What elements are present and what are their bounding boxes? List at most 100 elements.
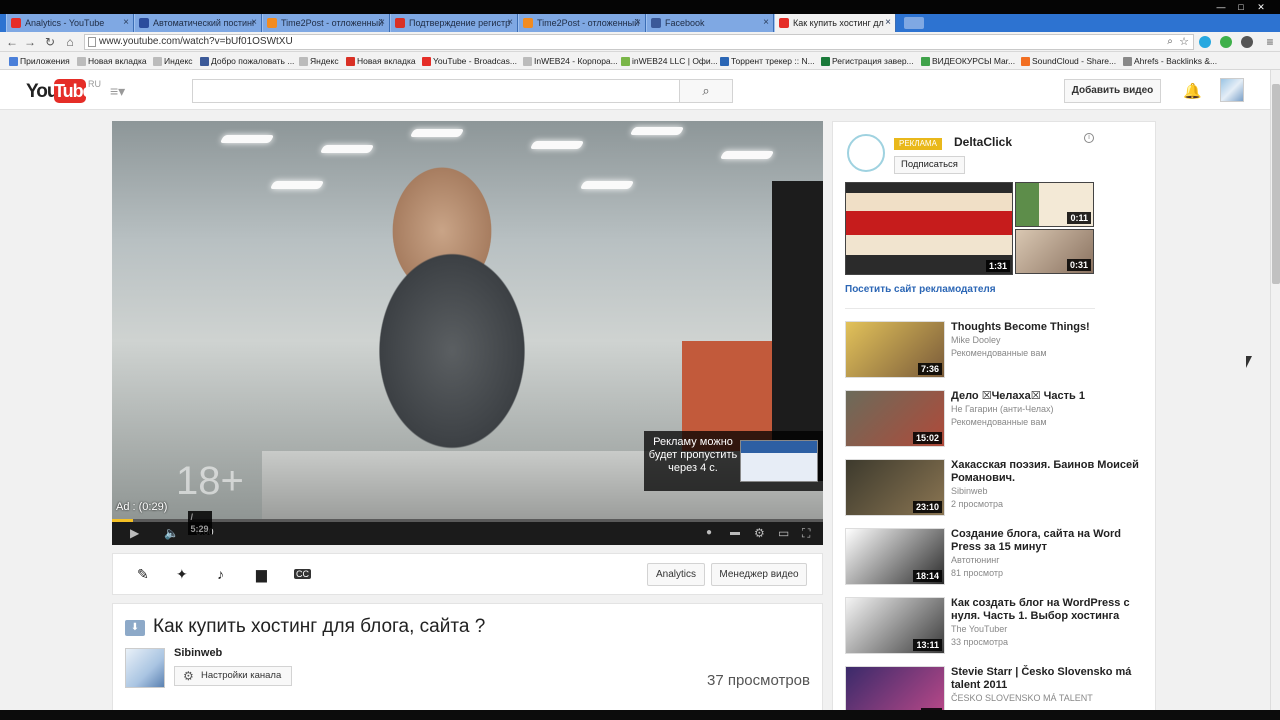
browser-tab[interactable]: Автоматический постинг × [134,14,262,32]
video-title[interactable]: Как создать блог на WordPress с нуля. Ча… [951,597,1145,623]
back-icon[interactable]: ← [4,34,20,50]
tab-close-icon[interactable]: × [885,14,891,32]
search-input[interactable] [192,79,680,103]
edit-pencil-icon[interactable]: ✎ [137,566,149,583]
browser-tab[interactable]: Facebook × [646,14,774,32]
recommended-video[interactable]: 23:10 Хакасская поэзия. Баинов Моисей Ром… [845,459,1145,517]
volume-icon[interactable]: 🔈 [164,526,179,540]
channel-avatar[interactable] [125,648,165,688]
video-thumbnail[interactable]: 210 [845,666,945,712]
bookmark-item[interactable]: Добро пожаловать ... [199,54,294,68]
new-tab-button[interactable] [904,17,924,29]
bookmark-item[interactable]: YouTube - Broadcas... [421,54,517,68]
video-author[interactable]: ČESKO SLOVENSKO MÁ TALENT [951,693,1093,703]
ad-video-thumbnail[interactable]: 0:31 [1015,229,1094,274]
info-icon[interactable]: ● [706,526,712,540]
close-window-icon[interactable]: ✕ [1254,0,1268,14]
home-icon[interactable]: ⌂ [62,34,78,50]
info-icon[interactable]: i [1084,133,1094,143]
settings-gear-icon[interactable]: ⚙ [754,526,765,540]
ad-video-thumbnail[interactable]: 1:31 [845,182,1013,275]
enhance-wand-icon[interactable]: ✦ [176,566,188,583]
skip-ad-box[interactable]: Рекламу можно будет пропустить через 4 с… [644,431,823,491]
bookmark-item[interactable]: Ahrefs - Backlinks &... [1122,54,1217,68]
upload-button[interactable]: Добавить видео [1064,79,1161,103]
play-icon[interactable]: ▶ [130,526,139,540]
subtitles-icon[interactable]: ▬ [730,526,740,540]
tab-close-icon[interactable]: × [507,14,513,32]
video-thumbnail[interactable]: 18:14 [845,528,945,585]
video-player[interactable]: 18+ Ad : (0:29) Рекламу можно будет проп… [112,121,823,545]
recommended-video[interactable]: 13:11 Как создать блог на WordPress с нул… [845,597,1145,655]
bookmark-item[interactable]: Яндекс [298,54,339,68]
video-thumbnail[interactable]: 15:02 [845,390,945,447]
search-button[interactable]: ⌕ [679,79,733,103]
analytics-button[interactable]: Analytics [647,563,705,586]
video-title[interactable]: Stevie Starr | Česko Slovensko má talent… [951,666,1145,692]
video-thumbnail[interactable]: 7:36 [845,321,945,378]
bookmark-item[interactable]: ВИДЕОКУРСЫ Mar... [920,54,1015,68]
captions-cc-icon[interactable]: CC [294,569,311,579]
video-author[interactable]: Sibinweb [951,486,988,496]
subscribe-button[interactable]: Подписаться [894,156,965,174]
bookmark-item[interactable]: SoundCloud - Share... [1020,54,1116,68]
bookmark-item[interactable]: Торрент трекер :: N... [719,54,815,68]
video-title[interactable]: Thoughts Become Things! [951,321,1145,334]
theater-mode-icon[interactable]: ▭ [778,526,789,540]
browser-tab[interactable]: Подтверждение регистр × [390,14,518,32]
browser-tab[interactable]: Time2Post - отложенный × [518,14,646,32]
url-field[interactable]: www.youtube.com/watch?v=bUf01OSWtXU [84,34,1194,50]
video-title[interactable]: Дело ☒Челаха☒ Часть 1 [951,390,1145,403]
fullscreen-icon[interactable]: ⛶ [802,526,810,540]
extension-icon[interactable] [1241,36,1253,48]
avatar[interactable] [1220,78,1244,102]
video-author[interactable]: Mike Dooley [951,335,1001,345]
page-scrollbar[interactable] [1270,70,1280,710]
video-author[interactable]: The YouTuber [951,624,1007,634]
forward-icon[interactable]: → [22,34,38,50]
video-manager-button[interactable]: Менеджер видео [711,563,807,586]
bookmark-item[interactable]: Новая вкладка [345,54,416,68]
bookmark-item[interactable]: Индекс [152,54,193,68]
audio-note-icon[interactable]: ♪ [217,566,224,582]
ad-video-thumbnail[interactable]: 0:11 [1015,182,1094,227]
channel-settings-button[interactable]: ⚙ Настройки канала [174,666,292,686]
recommended-video[interactable]: 210Stevie Starr | Česko Slovensko má tal… [845,666,1145,712]
bookmark-item[interactable]: inWEB24 LLC | Офи... [620,54,718,68]
tab-close-icon[interactable]: × [635,14,641,32]
video-title[interactable]: Создание блога, сайта на Word Press за 1… [951,528,1145,554]
notification-bell-icon[interactable]: 🔔 [1183,82,1202,100]
tab-close-icon[interactable]: × [123,14,129,32]
bookmark-item[interactable]: Новая вкладка [76,54,147,68]
visit-advertiser-link[interactable]: Посетить сайт рекламодателя [845,284,996,295]
menu-icon[interactable]: ≡ [1262,34,1278,50]
bookmark-item[interactable]: Приложения [8,54,70,68]
browser-tab[interactable]: Time2Post - отложенный × [262,14,390,32]
bookmark-item[interactable]: Регистрация завер... [820,54,914,68]
video-thumbnail[interactable]: 23:10 [845,459,945,516]
browser-tab[interactable]: Analytics - YouTube × [6,14,134,32]
recommended-video[interactable]: 15:02 Дело ☒Челаха☒ Часть 1 Не Гагарин (ан… [845,390,1145,448]
star-icon[interactable]: ☆ [1176,34,1192,50]
tab-close-icon[interactable]: × [379,14,385,32]
scrollbar-thumb[interactable] [1272,84,1280,284]
tab-close-icon[interactable]: × [251,14,257,32]
skype-extension-icon[interactable] [1199,36,1211,48]
tab-close-icon[interactable]: × [763,14,769,32]
recommended-video[interactable]: 18:14 Создание блога, сайта на Word Press… [845,528,1145,586]
reload-icon[interactable]: ↻ [42,34,58,50]
browser-tab[interactable]: Как купить хостинг дл × [774,14,896,32]
annotations-icon[interactable]: ▆ [256,566,267,583]
video-title[interactable]: Хакасская поэзия. Баинов Моисей Романови… [951,459,1145,485]
channel-name[interactable]: Sibinweb [174,647,222,659]
video-author[interactable]: Не Гагарин (анти-Челах) [951,404,1054,414]
video-author[interactable]: Автотюнинг [951,555,1000,565]
video-thumbnail[interactable]: 13:11 [845,597,945,654]
guide-menu-icon[interactable]: ≡▾ [110,83,125,100]
maximize-icon[interactable]: □ [1234,0,1248,14]
recommended-video[interactable]: 7:36 Thoughts Become Things! Mike Dooley Ре… [845,321,1145,379]
advertiser-logo[interactable] [847,134,885,172]
advertiser-name[interactable]: DeltaClick [954,135,1012,149]
minimize-icon[interactable]: — [1214,0,1228,14]
bookmark-item[interactable]: InWEB24 - Корпора... [522,54,618,68]
